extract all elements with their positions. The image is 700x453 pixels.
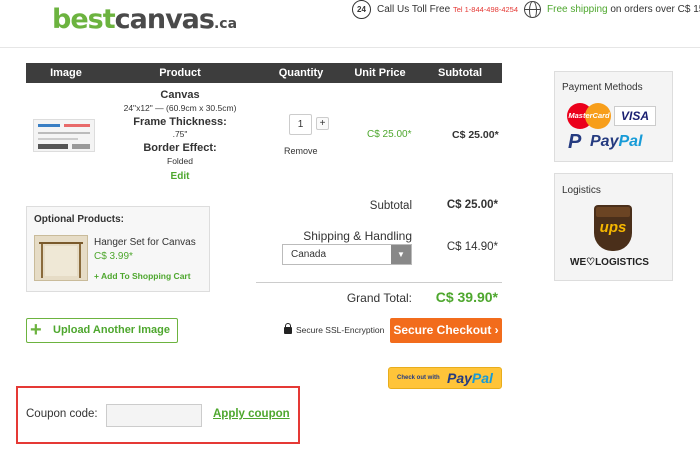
ups-shield-top <box>596 207 630 217</box>
product-name: Canvas <box>160 89 200 101</box>
payment-methods-title: Payment Methods <box>562 82 643 93</box>
free-shipping-threshold: on orders over C$ 15 <box>610 4 700 15</box>
product-size: 24"x12" — (60.9cm x 30.5cm) <box>123 103 237 113</box>
header-divider <box>0 47 700 48</box>
logistics-title: Logistics <box>562 185 601 196</box>
frame-thickness-value: .75" <box>172 129 188 139</box>
heart-icon: ♡ <box>586 257 596 268</box>
paypal-pal: Pal <box>471 370 493 386</box>
thumb-part <box>38 144 68 149</box>
ups-logo: ups <box>594 205 632 251</box>
paypal-pay-text: Pay <box>590 133 619 150</box>
mastercard-logo: MasterCard <box>567 103 611 129</box>
paypal-checkout-label: Check out with <box>397 375 440 381</box>
hanger-part <box>79 244 81 278</box>
col-image: Image <box>50 67 82 79</box>
toll-free-info: Call Us Toll Free Tel 1-844-498-4254 <box>377 4 518 15</box>
quantity-plus-button[interactable]: + <box>316 117 329 130</box>
optional-products-title: Optional Products: <box>34 214 124 225</box>
we-love-logistics-text: WE♡LOGISTICS <box>570 257 649 268</box>
site-logo[interactable]: bestcanvas.ca <box>52 4 237 35</box>
col-unit-price: Unit Price <box>354 67 406 79</box>
thumb-part <box>64 124 90 127</box>
upload-another-image-button[interactable]: + Upload Another Image <box>26 318 178 343</box>
plus-icon: + <box>30 319 42 341</box>
mastercard-text: MasterCard <box>568 111 610 120</box>
free-shipping-info: Free shipping on orders over C$ 15 <box>547 4 700 15</box>
subtotal-value: C$ 25.00* <box>446 199 498 211</box>
logistics-word: LOGISTICS <box>595 257 649 268</box>
paypal-p-mark: P <box>568 131 582 153</box>
thumb-part <box>72 144 90 149</box>
paypal-pal-text: Pal <box>618 133 643 150</box>
optional-product-name: Hanger Set for Canvas <box>94 237 196 248</box>
coupon-label: Coupon code: <box>26 408 98 420</box>
row-subtotal: C$ 25.00* <box>452 129 499 141</box>
ssl-label: Secure SSL-Encryption <box>296 325 385 335</box>
shipping-value: C$ 14.90* <box>446 241 498 253</box>
frame-thickness-label: Frame Thickness: <box>133 116 227 128</box>
logistics-we: WE <box>570 257 587 268</box>
hanger-part <box>41 244 43 278</box>
grand-total-value: C$ 39.90* <box>435 289 498 305</box>
call-label: Call Us Toll Free <box>377 4 451 15</box>
apply-coupon-link[interactable]: Apply coupon <box>213 408 290 420</box>
chevron-down-icon[interactable]: ▼ <box>391 245 411 264</box>
shipping-label: Shipping & Handling <box>303 229 412 243</box>
product-thumbnail <box>33 119 95 152</box>
border-effect-value: Folded <box>167 156 193 166</box>
phone-number[interactable]: Tel 1-844-498-4254 <box>453 5 518 14</box>
paypal-logo: PayPal <box>447 370 493 386</box>
add-to-cart-link[interactable]: + Add To Shopping Cart <box>94 271 191 281</box>
unit-price: C$ 25.00* <box>367 129 412 140</box>
paypal-wordmark: PayPal <box>590 133 642 151</box>
logo-canvas: canvas <box>114 4 215 35</box>
edit-link[interactable]: Edit <box>110 171 250 182</box>
thumb-part <box>38 132 90 134</box>
free-shipping-label: Free shipping <box>547 4 608 15</box>
subtotal-label: Subtotal <box>369 200 412 212</box>
visa-logo: VISA <box>614 106 656 126</box>
quantity-input[interactable]: 1 <box>289 114 312 135</box>
upload-button-label: Upload Another Image <box>53 324 170 336</box>
border-effect-label: Border Effect: <box>143 142 217 154</box>
thumb-part <box>38 124 60 127</box>
paypal-pay: Pay <box>447 370 472 386</box>
col-subtotal: Subtotal <box>438 67 482 79</box>
secure-checkout-button[interactable]: Secure Checkout › <box>390 318 502 343</box>
col-quantity: Quantity <box>278 67 324 79</box>
hanger-part <box>39 242 83 244</box>
coupon-code-input[interactable] <box>106 404 202 427</box>
globe-icon <box>524 1 541 18</box>
thumb-part <box>38 138 78 140</box>
hanger-part <box>45 246 77 276</box>
optional-product-price: C$ 3.99* <box>94 251 133 262</box>
lock-icon <box>284 323 292 334</box>
remove-link[interactable]: Remove <box>284 146 318 156</box>
logo-ca: .ca <box>213 16 238 32</box>
ups-text: ups <box>599 219 627 236</box>
support-24h-icon: 24 <box>352 0 371 19</box>
totals-divider <box>256 282 502 283</box>
col-product: Product <box>159 67 201 79</box>
paypal-checkout-button[interactable]: Check out with PayPal <box>388 367 502 389</box>
hanger-set-image <box>34 235 88 281</box>
grand-total-label: Grand Total: <box>346 291 412 305</box>
logo-best: best <box>52 4 116 35</box>
